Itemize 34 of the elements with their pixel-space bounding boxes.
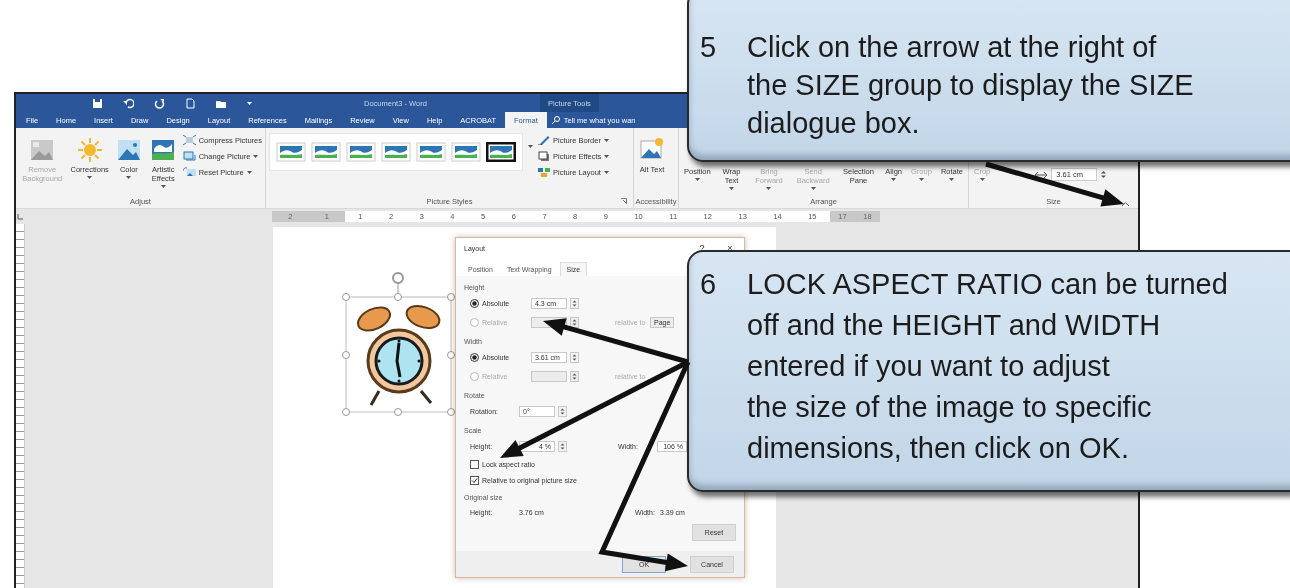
new-document-icon[interactable] xyxy=(185,97,196,109)
radio-button[interactable] xyxy=(470,353,479,362)
callout-text: Click on the arrow at the right of the SIZE group to display the SIZE dialogue box. xyxy=(747,30,1194,141)
callout-text: LOCK ASPECT RATIO can be turned off and the HEIGHT and WIDTH entered if you want to adjust the size of the image to specific dimensions, then click on OK. xyxy=(747,267,1228,466)
compress-icon xyxy=(182,135,196,145)
close-button[interactable]: × xyxy=(716,243,744,253)
sun-icon xyxy=(76,137,103,163)
picture-reset-icon xyxy=(182,167,196,177)
faded-picture-icon xyxy=(29,137,56,163)
help-button[interactable]: ? xyxy=(688,243,716,253)
checkbox[interactable] xyxy=(470,459,479,469)
picture-swap-icon xyxy=(182,151,196,161)
redo-icon[interactable] xyxy=(154,97,165,109)
undo-icon[interactable] xyxy=(123,97,134,109)
search-icon xyxy=(551,116,560,124)
radio-button[interactable] xyxy=(470,299,479,308)
caret-icon xyxy=(528,145,533,148)
picture-style-thumbnail[interactable] xyxy=(486,142,516,162)
spinner-control[interactable] xyxy=(1101,170,1107,179)
spinner-control[interactable] xyxy=(570,317,579,328)
caret-icon[interactable] xyxy=(247,101,252,105)
checkbox[interactable] xyxy=(470,475,479,485)
picture-layout-icon xyxy=(538,167,550,177)
step-number: 5 xyxy=(700,30,718,65)
pencil-icon xyxy=(538,135,550,145)
dialog-launcher-icon[interactable] xyxy=(621,198,627,204)
step-number: 6 xyxy=(700,267,718,302)
mountain-picture-icon xyxy=(115,137,142,163)
landscape-picture-icon xyxy=(150,137,177,163)
save-icon[interactable] xyxy=(92,97,103,109)
shadow-square-icon xyxy=(538,151,550,161)
selection-frame[interactable] xyxy=(342,272,455,416)
width-arrows-icon xyxy=(1035,171,1048,178)
input-field[interactable] xyxy=(531,371,567,382)
